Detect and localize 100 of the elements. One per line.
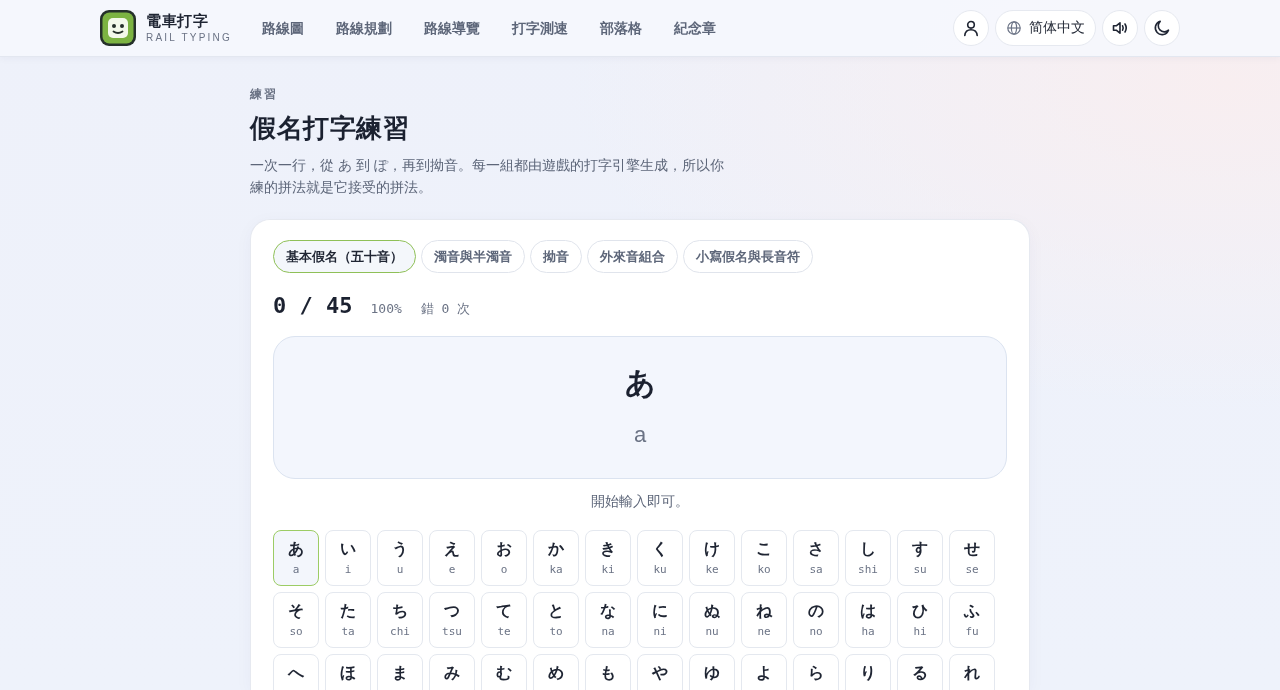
romaji-text: shi bbox=[858, 563, 878, 577]
speaker-icon bbox=[1111, 19, 1129, 37]
kana-char: つ bbox=[444, 601, 460, 621]
kana-char: し bbox=[860, 539, 876, 559]
kana-char: の bbox=[808, 601, 824, 621]
prompt-romaji: a bbox=[633, 421, 647, 449]
kana-char: む bbox=[496, 663, 512, 683]
progress-count: 0 / 45 bbox=[273, 292, 353, 320]
romaji-text: ku bbox=[653, 563, 667, 577]
kana-char: せ bbox=[964, 539, 980, 559]
romaji-text: e bbox=[448, 563, 456, 577]
kana-char: や bbox=[652, 663, 668, 683]
kana-char: ふ bbox=[964, 601, 980, 621]
kana-char: く bbox=[652, 539, 668, 559]
kana-char: ぬ bbox=[704, 601, 720, 621]
nav-link[interactable]: 路線導覽 bbox=[423, 19, 480, 37]
nav-link[interactable]: 部落格 bbox=[599, 19, 642, 37]
error-count: 錯 0 次 bbox=[420, 300, 471, 318]
category-tab[interactable]: 拗音 bbox=[530, 240, 582, 273]
kana-char: た bbox=[340, 601, 356, 621]
kana-char: ゆ bbox=[704, 663, 720, 683]
kana-char: ほ bbox=[340, 663, 356, 683]
language-button[interactable]: 简体中文 bbox=[995, 10, 1096, 46]
page-description: 一次一行，從 あ 到 ぽ，再到拗音。每一組都由遊戲的打字引擎生成，所以你練的拼法就是它接受的拼法。 bbox=[250, 156, 725, 197]
romaji-text: ka bbox=[549, 563, 563, 577]
accuracy-text: 100% bbox=[370, 301, 402, 316]
romaji-text: sa bbox=[809, 563, 823, 577]
nav-link[interactable]: 路線規劃 bbox=[335, 19, 392, 37]
kana-char: お bbox=[496, 539, 512, 559]
romaji-text: ko bbox=[757, 563, 771, 577]
kana-char: れ bbox=[964, 663, 980, 683]
kana-char: と bbox=[548, 601, 564, 621]
user-icon bbox=[962, 19, 980, 37]
section-eyebrow: 練習 bbox=[250, 86, 278, 102]
kana-char: ひ bbox=[912, 601, 928, 621]
romaji-text: se bbox=[965, 563, 979, 577]
romaji-text: ta bbox=[341, 625, 355, 639]
romaji-text: no bbox=[809, 625, 823, 639]
kana-char: こ bbox=[756, 539, 772, 559]
category-tab[interactable]: 基本假名（五十音） bbox=[273, 240, 416, 273]
romaji-text: ha bbox=[861, 625, 875, 639]
romaji-text: tsu bbox=[442, 625, 462, 639]
page-title: 假名打字練習 bbox=[250, 112, 409, 145]
kana-char: ち bbox=[392, 601, 408, 621]
kana-char: ね bbox=[756, 601, 772, 621]
romaji-text: o bbox=[500, 563, 508, 577]
kana-char: て bbox=[496, 601, 512, 621]
romaji-text: to bbox=[549, 625, 563, 639]
kana-char: ら bbox=[808, 663, 824, 683]
kana-char: す bbox=[912, 539, 928, 559]
kana-char: え bbox=[444, 539, 460, 559]
romaji-text: i bbox=[344, 563, 352, 577]
kana-char: み bbox=[444, 663, 460, 683]
kana-char: よ bbox=[756, 663, 772, 683]
kana-char: め bbox=[548, 663, 564, 683]
kana-char: け bbox=[704, 539, 720, 559]
kana-char: い bbox=[340, 539, 356, 559]
nav-link[interactable]: 打字測速 bbox=[511, 19, 568, 37]
romaji-text: te bbox=[497, 625, 511, 639]
globe-icon bbox=[1007, 21, 1021, 35]
kana-char: さ bbox=[808, 539, 824, 559]
kana-char: も bbox=[600, 663, 616, 683]
logo-icon bbox=[100, 10, 136, 46]
sound-button[interactable] bbox=[1102, 10, 1138, 46]
kana-char: は bbox=[860, 601, 876, 621]
kana-char: き bbox=[600, 539, 616, 559]
kana-char: あ bbox=[288, 539, 304, 559]
kana-char: そ bbox=[288, 601, 304, 621]
romaji-text: u bbox=[396, 563, 404, 577]
nav-link[interactable]: 路線圖 bbox=[261, 19, 304, 37]
prompt-kana: あ bbox=[624, 365, 656, 401]
romaji-text: so bbox=[289, 625, 303, 639]
theme-button[interactable] bbox=[1144, 10, 1180, 46]
category-tab[interactable]: 小寫假名與長音符 bbox=[683, 240, 813, 273]
romaji-text: chi bbox=[390, 625, 410, 639]
kana-char: な bbox=[600, 601, 616, 621]
romaji-text: ni bbox=[653, 625, 667, 639]
romaji-text: su bbox=[913, 563, 927, 577]
kana-char: る bbox=[912, 663, 928, 683]
nav-link[interactable]: 紀念章 bbox=[673, 19, 716, 37]
romaji-text: fu bbox=[965, 625, 979, 639]
romaji-text: a bbox=[292, 563, 300, 577]
category-tab[interactable]: 濁音與半濁音 bbox=[421, 240, 525, 273]
romaji-text: ke bbox=[705, 563, 719, 577]
kana-char: に bbox=[652, 601, 668, 621]
moon-icon bbox=[1153, 19, 1171, 37]
kana-char: う bbox=[392, 539, 408, 559]
romaji-text: na bbox=[601, 625, 615, 639]
kana-char: か bbox=[548, 539, 564, 559]
romaji-text: hi bbox=[913, 625, 927, 639]
romaji-text: ne bbox=[757, 625, 771, 639]
account-button[interactable] bbox=[953, 10, 989, 46]
kana-char: り bbox=[860, 663, 876, 683]
hint-text: 開始輸入即可。 bbox=[591, 493, 689, 511]
romaji-text: ki bbox=[601, 563, 615, 577]
romaji-text: nu bbox=[705, 625, 719, 639]
category-tab[interactable]: 外來音組合 bbox=[587, 240, 678, 273]
kana-char: へ bbox=[288, 663, 304, 683]
brand-tagline: RAIL TYPING bbox=[146, 31, 232, 44]
brand-name: 電車打字 bbox=[146, 12, 209, 30]
